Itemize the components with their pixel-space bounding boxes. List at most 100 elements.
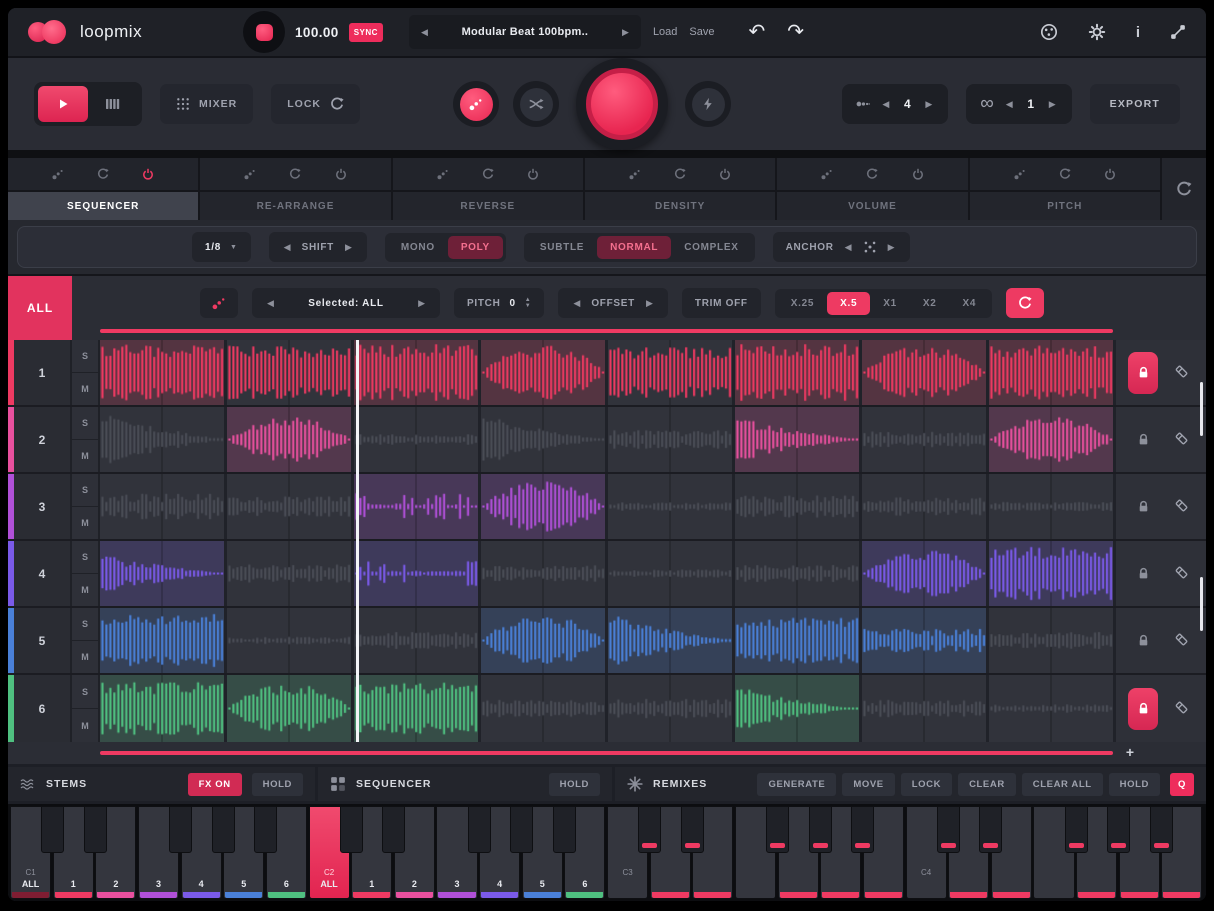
loop-cell[interactable] <box>227 474 354 539</box>
loop-cell[interactable] <box>100 675 227 742</box>
tab-sequencer[interactable]: SEQUENCER <box>8 192 200 220</box>
normal-option[interactable]: NORMAL <box>597 236 671 259</box>
multiplier-x.5[interactable]: X.5 <box>827 292 870 315</box>
mono-option[interactable]: MONO <box>388 236 448 259</box>
solo-button[interactable]: S <box>72 407 98 440</box>
fx-on-button[interactable]: FX ON <box>188 773 242 796</box>
preset-name[interactable]: Modular Beat 100bpm.. <box>438 26 612 38</box>
black-key[interactable] <box>638 806 661 853</box>
mute-button[interactable]: M <box>72 373 98 405</box>
loop-icon[interactable] <box>289 168 301 180</box>
track-erase-button[interactable] <box>1174 632 1189 650</box>
black-key[interactable] <box>468 806 491 853</box>
loop-cell[interactable] <box>735 541 862 606</box>
track-lock-button[interactable] <box>1128 352 1158 394</box>
loop-icon[interactable] <box>482 168 494 180</box>
loop-cell[interactable] <box>989 541 1113 606</box>
loop-cell[interactable] <box>481 675 608 742</box>
solo-button[interactable]: S <box>72 474 98 507</box>
randomizer-ball-icon[interactable] <box>1040 23 1058 41</box>
dots-fade-icon[interactable] <box>244 168 256 180</box>
loop-cell[interactable] <box>100 474 227 539</box>
offset-left-button[interactable]: ◀ <box>571 296 582 311</box>
loop-cell[interactable] <box>481 340 608 405</box>
track-lock-button[interactable] <box>1128 688 1158 730</box>
remix-clear-all-button[interactable]: CLEAR ALL <box>1022 773 1103 796</box>
loop-cell[interactable] <box>735 608 862 673</box>
anchor-left-button[interactable]: ◀ <box>843 240 854 255</box>
remix-generate-button[interactable]: GENERATE <box>757 773 836 796</box>
steps-next-button[interactable]: ▶ <box>923 97 934 112</box>
loops-next-button[interactable]: ▶ <box>1047 97 1058 112</box>
track-erase-button[interactable] <box>1174 565 1189 583</box>
power-icon[interactable] <box>912 168 924 180</box>
power-icon[interactable] <box>527 168 539 180</box>
track-erase-button[interactable] <box>1174 498 1189 516</box>
selection-dots-button[interactable] <box>200 288 238 318</box>
multiplier-x.25[interactable]: X.25 <box>778 292 827 315</box>
pitch-control[interactable]: PITCH 0 ▲▼ <box>454 288 544 318</box>
loop-icon[interactable] <box>1059 168 1071 180</box>
black-key[interactable] <box>1107 806 1130 853</box>
power-icon[interactable] <box>142 168 154 180</box>
selected-prev-button[interactable]: ◀ <box>265 296 276 311</box>
black-key[interactable] <box>851 806 874 853</box>
tab-pitch[interactable]: PITCH <box>970 192 1162 220</box>
loop-cell[interactable] <box>354 675 481 742</box>
remix-hold-button[interactable]: HOLD <box>1109 773 1160 796</box>
loop-cell[interactable] <box>227 541 354 606</box>
track-lock-button[interactable] <box>1128 486 1158 528</box>
bpm-value[interactable]: 100.00 <box>295 25 339 40</box>
loop-cell[interactable] <box>354 541 481 606</box>
mixer-button[interactable]: MIXER <box>160 84 253 124</box>
main-remix-knob[interactable] <box>576 58 668 150</box>
loop-cell[interactable] <box>608 675 735 742</box>
tab-reverse[interactable]: REVERSE <box>393 192 585 220</box>
redo-button[interactable]: ↷ <box>787 22 804 42</box>
lock-button[interactable]: LOCK <box>271 84 360 124</box>
multiplier-x2[interactable]: X2 <box>910 292 950 315</box>
loop-range-bar[interactable] <box>100 751 1113 755</box>
loop-cell[interactable] <box>989 474 1113 539</box>
dots-fade-icon[interactable] <box>821 168 833 180</box>
rotate-button[interactable] <box>1006 288 1044 318</box>
loop-cell[interactable] <box>862 340 989 405</box>
solo-button[interactable]: S <box>72 675 98 709</box>
loop-cell[interactable] <box>227 407 354 472</box>
black-key[interactable] <box>937 806 960 853</box>
scrollbar-thumb[interactable] <box>1200 382 1204 436</box>
scrollbar-thumb[interactable] <box>1200 577 1204 631</box>
loop-cell[interactable] <box>227 608 354 673</box>
loop-cell[interactable] <box>735 340 862 405</box>
loop-cell[interactable] <box>735 675 862 742</box>
gear-icon[interactable] <box>1088 23 1106 41</box>
remix-move-button[interactable]: MOVE <box>842 773 894 796</box>
track-erase-button[interactable] <box>1174 700 1189 718</box>
remix-lock-button[interactable]: LOCK <box>901 773 952 796</box>
stop-button[interactable] <box>243 11 285 53</box>
loop-cell[interactable] <box>354 474 481 539</box>
undo-button[interactable]: ↶ <box>749 22 766 42</box>
subtle-option[interactable]: SUBTLE <box>527 236 597 259</box>
loop-cell[interactable] <box>735 407 862 472</box>
loop-cell[interactable] <box>608 541 735 606</box>
loop-cell[interactable] <box>354 407 481 472</box>
dots-fade-icon[interactable] <box>52 168 64 180</box>
trim-toggle[interactable]: TRIM OFF <box>682 288 761 318</box>
loop-cell[interactable] <box>608 608 735 673</box>
tab-volume[interactable]: VOLUME <box>777 192 969 220</box>
loop-cell[interactable] <box>227 675 354 742</box>
export-button[interactable]: EXPORT <box>1090 84 1180 124</box>
loop-cell[interactable] <box>862 675 989 742</box>
info-icon[interactable]: i <box>1136 24 1140 41</box>
randomize-dots-button[interactable] <box>453 81 499 127</box>
loop-cell[interactable] <box>481 407 608 472</box>
tab-re-arrange[interactable]: RE-ARRANGE <box>200 192 392 220</box>
shuffle-button[interactable] <box>513 81 559 127</box>
power-icon[interactable] <box>335 168 347 180</box>
multiplier-x4[interactable]: X4 <box>950 292 990 315</box>
black-key[interactable] <box>340 806 363 853</box>
black-key[interactable] <box>254 806 277 853</box>
loop-cell[interactable] <box>862 608 989 673</box>
black-key[interactable] <box>1065 806 1088 853</box>
